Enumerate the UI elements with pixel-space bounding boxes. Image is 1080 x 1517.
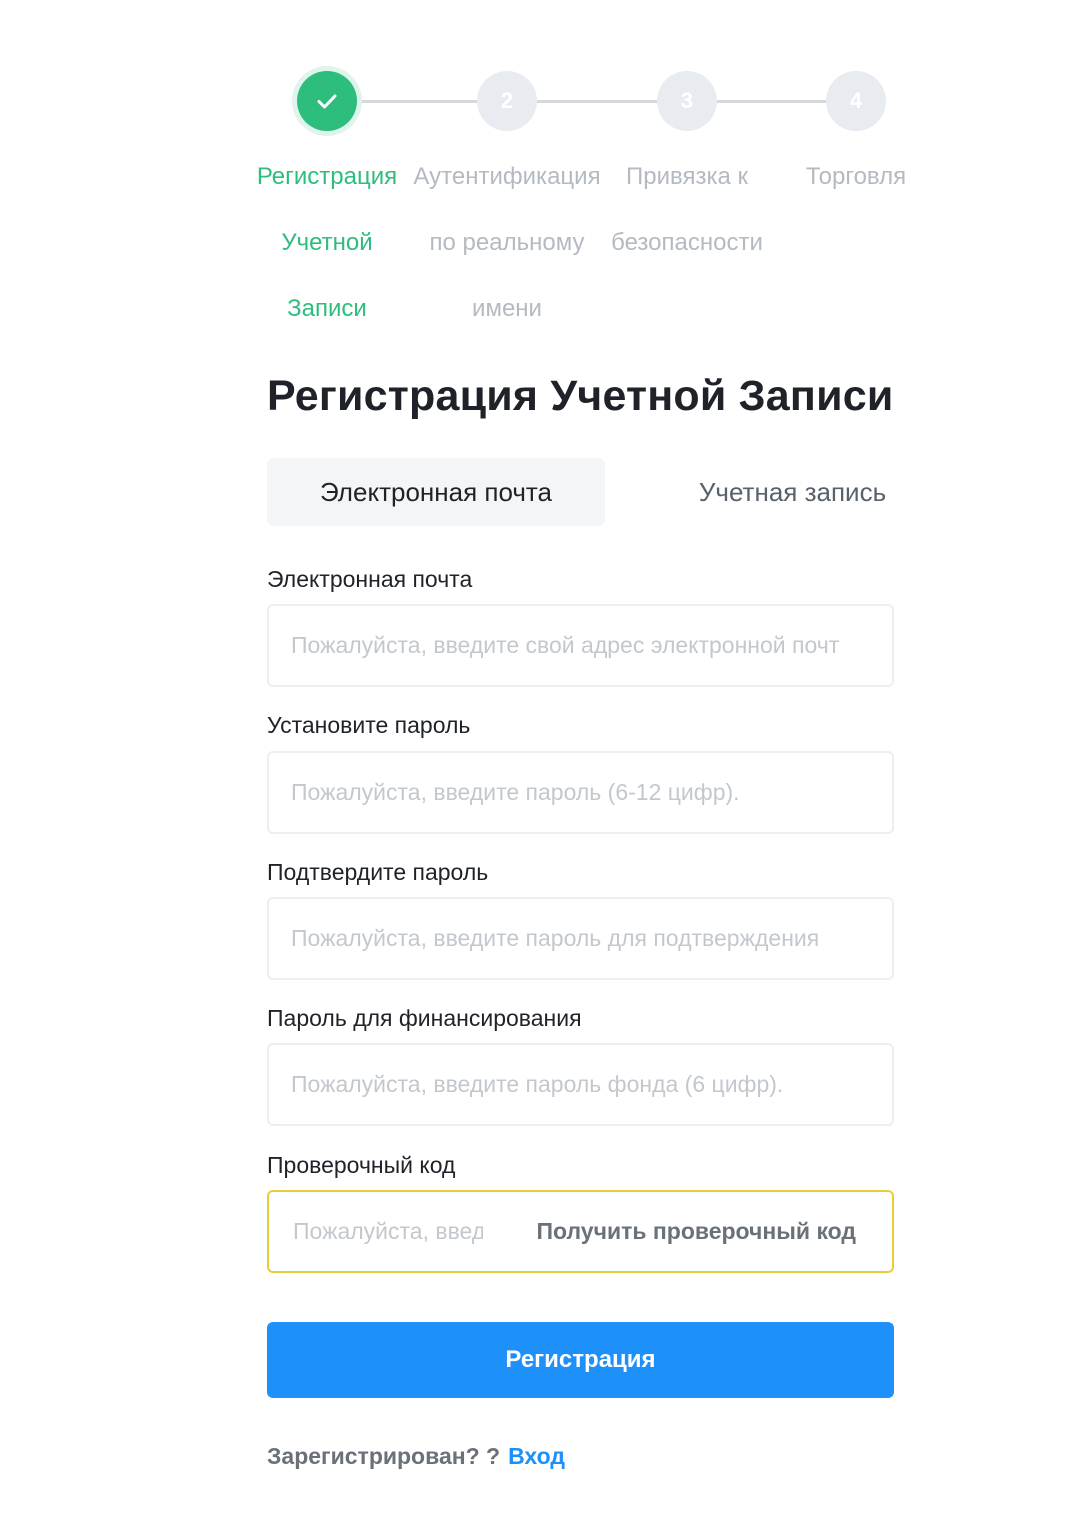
step-4-number: 4 — [849, 88, 863, 113]
login-prompt-row: Зарегистрирован? ? Вход — [267, 1443, 565, 1470]
step-3-circle: 3 — [657, 71, 717, 131]
check-icon — [317, 94, 337, 109]
step-connector-3 — [717, 100, 827, 103]
step-4-label-line1: Торговля — [805, 163, 907, 190]
fund-password-input[interactable] — [267, 1043, 894, 1126]
step-4-circle: 4 — [826, 71, 886, 131]
step-3-label-line2: безопасности — [611, 229, 763, 256]
step-2-label-line1: Аутентификация — [413, 163, 601, 190]
email-input[interactable] — [267, 604, 894, 687]
confirm-password-label: Подтвердите пароль — [267, 859, 489, 885]
step-1-label-line3: Записи — [287, 295, 367, 322]
verification-code-label: Проверочный код — [267, 1152, 456, 1178]
step-4-label: Торговля — [756, 144, 956, 210]
step-2-circle: 2 — [477, 71, 537, 131]
step-connector-2 — [537, 100, 657, 103]
login-link[interactable]: Вход — [508, 1443, 565, 1469]
confirm-password-input[interactable] — [267, 897, 894, 980]
step-2-label-line3: имени — [472, 295, 542, 322]
password-input[interactable] — [267, 751, 894, 834]
verification-code-input[interactable] — [291, 1217, 485, 1246]
registration-stepper: 2 3 4 Регистрация Учетной Записи Аутенти… — [0, 0, 1080, 340]
fund-password-label: Пароль для финансирования — [267, 1005, 582, 1031]
step-1-label-line1: Регистрация — [256, 163, 398, 190]
step-3-number: 3 — [680, 88, 694, 113]
email-label: Электронная почта — [267, 566, 473, 592]
step-1-label-line2: Учетной — [281, 229, 373, 256]
step-2-number: 2 — [500, 88, 514, 113]
tab-email[interactable]: Электронная почта — [267, 458, 605, 526]
step-2-label-line2: по реальному — [429, 229, 585, 256]
page-title: Регистрация Учетной Записи — [267, 372, 894, 420]
register-button[interactable]: Регистрация — [267, 1322, 894, 1398]
step-1-circle — [297, 71, 357, 131]
step-connector-1 — [357, 100, 477, 103]
step-2-label: Аутентификация по реальному имени — [407, 144, 607, 342]
login-prompt-text: Зарегистрирован? ? — [267, 1443, 501, 1469]
step-1-label: Регистрация Учетной Записи — [227, 144, 427, 342]
tab-account[interactable]: Учетная запись — [660, 458, 925, 526]
password-label: Установите пароль — [267, 712, 471, 738]
get-code-button[interactable]: Получить проверочный код — [536, 1192, 856, 1271]
verification-code-field: Получить проверочный код — [267, 1190, 894, 1273]
